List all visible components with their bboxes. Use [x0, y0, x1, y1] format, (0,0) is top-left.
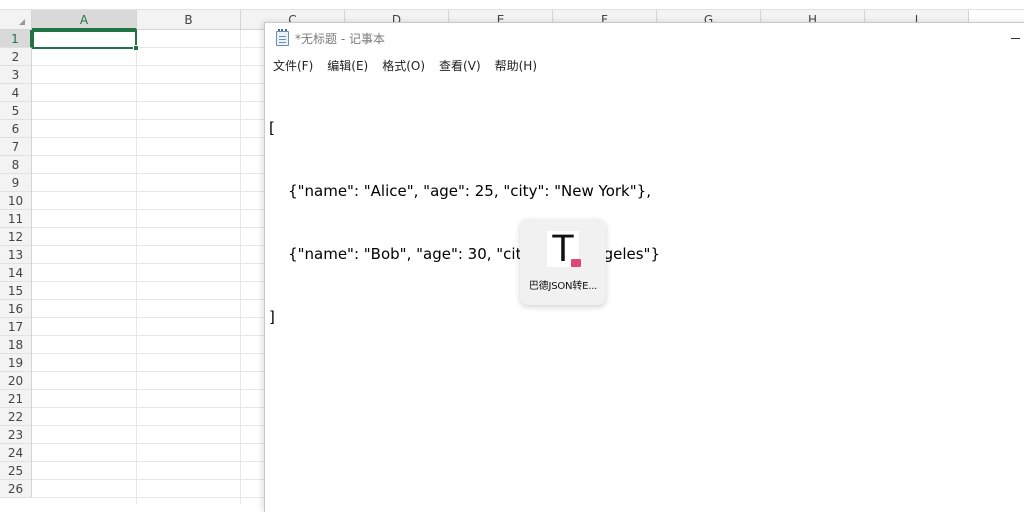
row-header-18[interactable]: 18 [0, 336, 32, 354]
row-header-3[interactable]: 3 [0, 66, 32, 84]
notepad-icon [276, 29, 289, 46]
minimize-button[interactable] [1008, 31, 1022, 45]
text-line: {"name": "Bob", "age": 30, "city": "Los … [269, 245, 661, 263]
row-header-2[interactable]: 2 [0, 48, 32, 66]
select-all-corner[interactable] [0, 10, 32, 30]
notepad-window: *无标题 - 记事本 文件(F) 编辑(E) 格式(O) 查看(V) 帮助(H)… [264, 22, 1024, 512]
row-header-6[interactable]: 6 [0, 120, 32, 138]
row-header-17[interactable]: 17 [0, 318, 32, 336]
column-header-a[interactable]: A [32, 10, 137, 30]
fill-handle[interactable] [133, 45, 139, 51]
menu-format[interactable]: 格式(O) [382, 56, 425, 75]
text-line: ] [269, 308, 275, 326]
app-logo: T [547, 230, 581, 268]
text-line: [ [269, 119, 275, 137]
text-line: {"name": "Alice", "age": 25, "city": "Ne… [269, 182, 651, 200]
row-header-23[interactable]: 23 [0, 426, 32, 444]
row-header-12[interactable]: 12 [0, 228, 32, 246]
row-header-5[interactable]: 5 [0, 102, 32, 120]
row-header-26[interactable]: 26 [0, 480, 32, 498]
row-header-21[interactable]: 21 [0, 390, 32, 408]
menu-help[interactable]: 帮助(H) [495, 56, 537, 75]
row-header-9[interactable]: 9 [0, 174, 32, 192]
notepad-text-area[interactable]: [ {"name": "Alice", "age": 25, "city": "… [269, 76, 1009, 506]
notepad-titlebar[interactable]: *无标题 - 记事本 [265, 23, 1024, 53]
row-header-4[interactable]: 4 [0, 84, 32, 102]
app-label: 巴德JSON转E... [528, 281, 598, 292]
ribbon-strip [0, 0, 1024, 10]
notepad-menubar: 文件(F) 编辑(E) 格式(O) 查看(V) 帮助(H) [265, 54, 1024, 76]
row-header-14[interactable]: 14 [0, 264, 32, 282]
row-header-13[interactable]: 13 [0, 246, 32, 264]
selected-cell-a1[interactable] [32, 30, 139, 51]
select-all-triangle-icon [19, 19, 25, 25]
row-header-22[interactable]: 22 [0, 408, 32, 426]
row-header-24[interactable]: 24 [0, 444, 32, 462]
row-header-1[interactable]: 1 [0, 30, 32, 48]
row-header-15[interactable]: 15 [0, 282, 32, 300]
row-header-11[interactable]: 11 [0, 210, 32, 228]
menu-view[interactable]: 查看(V) [439, 56, 481, 75]
window-title: *无标题 - 记事本 [295, 32, 385, 46]
desktop-app-icon[interactable]: T 巴德JSON转E... [520, 219, 606, 305]
row-header-20[interactable]: 20 [0, 372, 32, 390]
row-header-19[interactable]: 19 [0, 354, 32, 372]
menu-file[interactable]: 文件(F) [273, 56, 313, 75]
app-badge-icon [571, 259, 581, 267]
menu-edit[interactable]: 编辑(E) [327, 56, 368, 75]
row-header-25[interactable]: 25 [0, 462, 32, 480]
row-header-7[interactable]: 7 [0, 138, 32, 156]
row-header-8[interactable]: 8 [0, 156, 32, 174]
row-header-16[interactable]: 16 [0, 300, 32, 318]
row-header-10[interactable]: 10 [0, 192, 32, 210]
column-header-b[interactable]: B [137, 10, 241, 30]
